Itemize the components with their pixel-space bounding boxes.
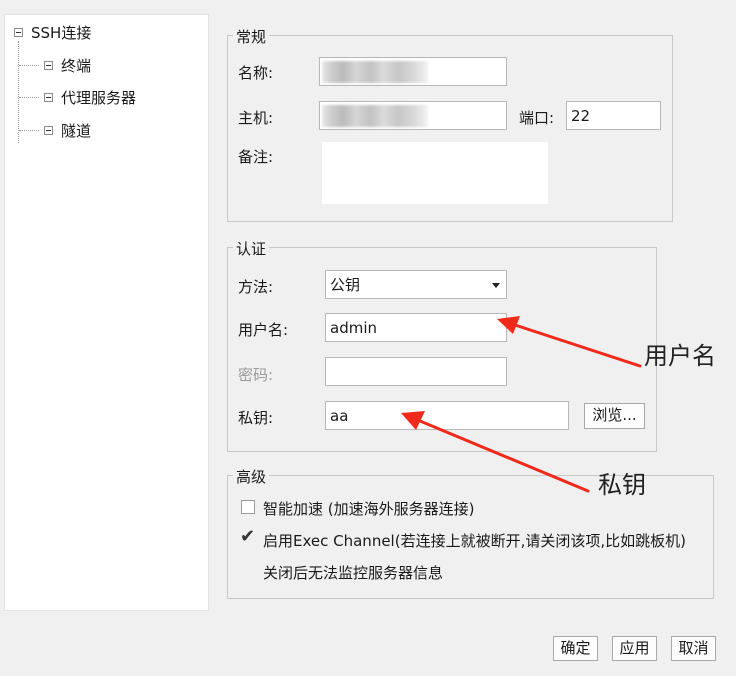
arrow-username-line [513,323,642,368]
annotation-username: 用户名 [644,342,716,370]
arrow-key-line [418,419,590,493]
annotation-private-key: 私钥 [598,471,646,499]
annotation-arrows [401,316,642,493]
